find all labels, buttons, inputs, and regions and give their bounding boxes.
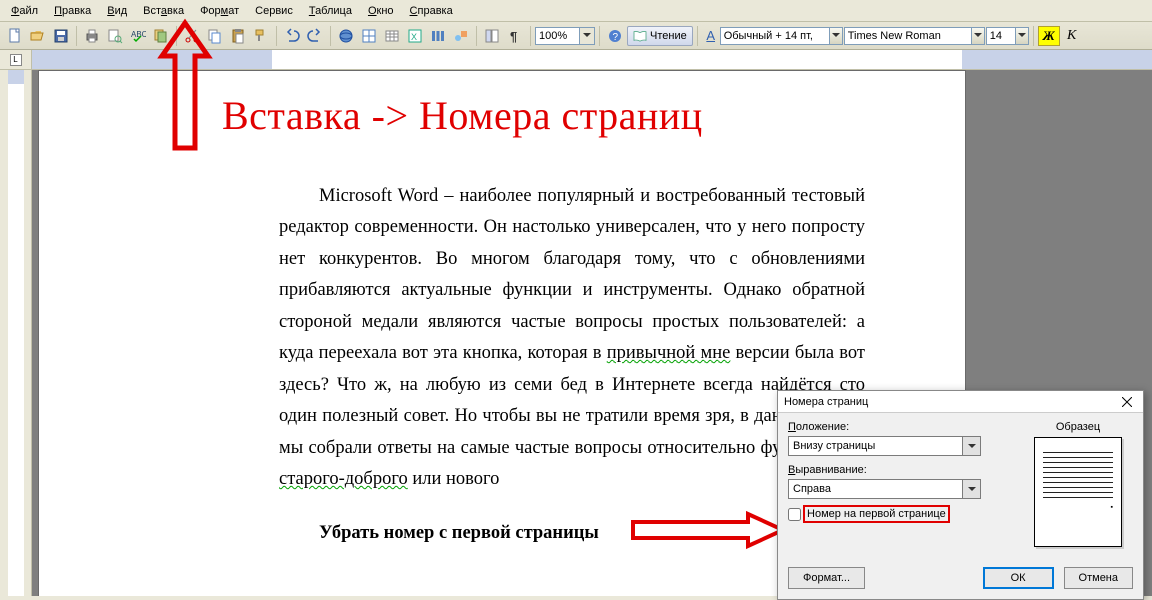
ruler-corner[interactable]: L bbox=[0, 50, 32, 70]
position-label: Положение: bbox=[788, 421, 1023, 433]
format-painter-icon[interactable] bbox=[250, 25, 272, 47]
show-marks-icon[interactable]: ¶ bbox=[504, 25, 526, 47]
book-icon bbox=[633, 30, 647, 42]
help-icon[interactable]: ? bbox=[604, 25, 626, 47]
print-preview-icon[interactable] bbox=[104, 25, 126, 47]
svg-text:?: ? bbox=[613, 32, 619, 43]
tables-borders-icon[interactable] bbox=[358, 25, 380, 47]
annotation-title: Вставка -> Номера страниц bbox=[222, 92, 703, 139]
doc-map-icon[interactable] bbox=[481, 25, 503, 47]
menu-window[interactable]: Окно bbox=[360, 2, 402, 20]
first-page-checkbox[interactable] bbox=[788, 508, 801, 521]
style-a-icon: A bbox=[702, 28, 720, 43]
style-combo[interactable]: A bbox=[702, 26, 843, 46]
menu-edit[interactable]: Правка bbox=[46, 2, 99, 20]
position-dropdown-icon[interactable] bbox=[963, 436, 981, 456]
spellcheck-icon[interactable]: ABC bbox=[127, 25, 149, 47]
insert-excel-icon[interactable]: X bbox=[404, 25, 426, 47]
menu-insert[interactable]: Вставка bbox=[135, 2, 192, 20]
drawing-icon[interactable] bbox=[450, 25, 472, 47]
menu-tools[interactable]: Сервис bbox=[247, 2, 301, 20]
style-input[interactable] bbox=[720, 27, 830, 45]
menu-file[interactable]: Файл bbox=[3, 2, 46, 20]
save-icon[interactable] bbox=[50, 25, 72, 47]
font-size-input[interactable] bbox=[986, 27, 1016, 45]
first-page-checkbox-row[interactable]: Номер на первой странице bbox=[788, 507, 1023, 521]
position-combo[interactable] bbox=[788, 436, 1023, 456]
ok-button[interactable]: ОК bbox=[983, 567, 1054, 589]
new-doc-icon[interactable] bbox=[4, 25, 26, 47]
redo-icon[interactable] bbox=[304, 25, 326, 47]
cancel-button[interactable]: Отмена bbox=[1064, 567, 1133, 589]
insert-table-icon[interactable] bbox=[381, 25, 403, 47]
italic-icon[interactable]: K bbox=[1061, 25, 1083, 47]
font-size-combo[interactable] bbox=[986, 26, 1029, 46]
undo-icon[interactable] bbox=[281, 25, 303, 47]
open-icon[interactable] bbox=[27, 25, 49, 47]
font-name-input[interactable] bbox=[844, 27, 972, 45]
paste-icon[interactable] bbox=[227, 25, 249, 47]
vertical-ruler-area bbox=[0, 70, 32, 596]
font-name-dropdown-icon[interactable] bbox=[972, 27, 985, 45]
menu-view[interactable]: Вид bbox=[99, 2, 135, 20]
align-input[interactable] bbox=[788, 479, 963, 499]
bold-highlighted-icon[interactable]: Ж bbox=[1038, 26, 1060, 46]
hyperlink-icon[interactable] bbox=[335, 25, 357, 47]
font-size-dropdown-icon[interactable] bbox=[1016, 27, 1029, 45]
close-icon[interactable] bbox=[1117, 393, 1137, 411]
print-icon[interactable] bbox=[81, 25, 103, 47]
dialog-title: Номера страниц bbox=[784, 396, 868, 408]
preview-label: Образец bbox=[1056, 421, 1100, 433]
position-input[interactable] bbox=[788, 436, 963, 456]
svg-text:X: X bbox=[411, 32, 417, 42]
svg-text:¶: ¶ bbox=[510, 29, 517, 44]
preview-box: ▪ bbox=[1034, 437, 1122, 547]
menu-table[interactable]: Таблица bbox=[301, 2, 360, 20]
zoom-combo[interactable] bbox=[535, 26, 595, 46]
read-mode-label: Чтение bbox=[650, 30, 687, 42]
annotation-up-arrow bbox=[150, 18, 220, 158]
dialog-titlebar[interactable]: Номера страниц bbox=[778, 391, 1143, 413]
zoom-input[interactable] bbox=[535, 27, 580, 45]
align-combo[interactable] bbox=[788, 479, 1023, 499]
zoom-dropdown-icon[interactable] bbox=[580, 27, 595, 45]
font-name-combo[interactable] bbox=[844, 26, 985, 46]
first-page-checkbox-label: Номер на первой странице bbox=[805, 507, 948, 521]
page-numbers-dialog: Номера страниц Положение: Выравнивание: … bbox=[777, 390, 1144, 600]
align-label: Выравнивание: bbox=[788, 464, 1023, 476]
columns-icon[interactable] bbox=[427, 25, 449, 47]
menu-format[interactable]: Формат bbox=[192, 2, 247, 20]
align-dropdown-icon[interactable] bbox=[963, 479, 981, 499]
annotation-right-arrow bbox=[628, 510, 788, 550]
format-button[interactable]: Формат... bbox=[788, 567, 865, 589]
read-mode-button[interactable]: Чтение bbox=[627, 26, 693, 46]
vertical-ruler[interactable] bbox=[8, 70, 24, 596]
style-dropdown-icon[interactable] bbox=[830, 27, 843, 45]
menu-help[interactable]: Справка bbox=[402, 2, 461, 20]
